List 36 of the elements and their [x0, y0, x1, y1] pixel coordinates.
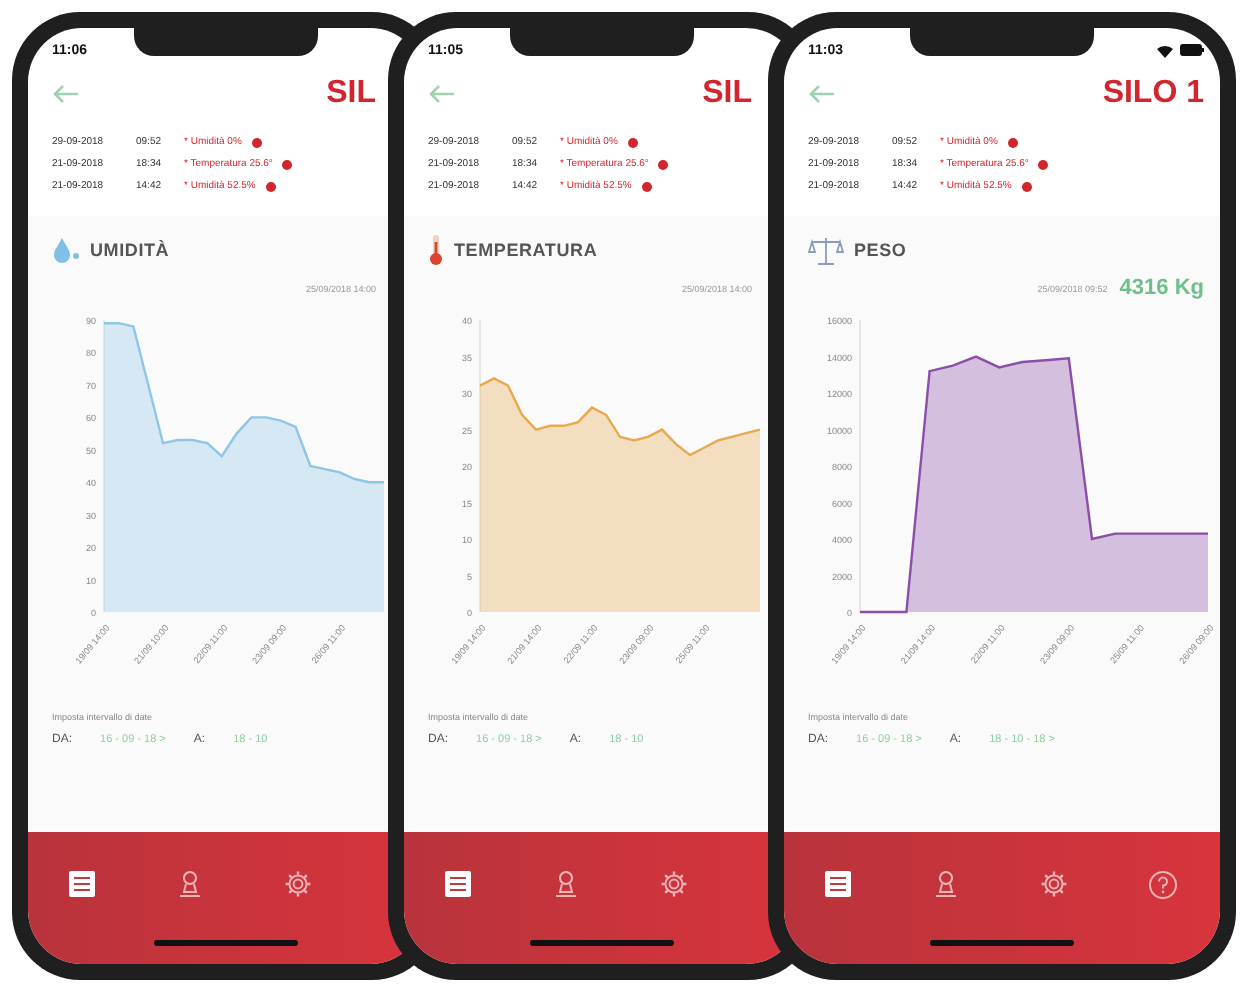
sensor-title: UMIDITÀ — [90, 240, 170, 260]
water-drop-icon — [52, 236, 80, 264]
list-icon — [68, 870, 96, 898]
back-arrow-icon[interactable] — [428, 84, 456, 104]
screen-title: SIL — [326, 76, 376, 112]
list-icon — [824, 870, 852, 898]
alert-dot — [265, 181, 276, 191]
home-indicator — [530, 940, 674, 946]
back-arrow-icon[interactable] — [808, 84, 836, 104]
person-icon — [932, 870, 960, 898]
settings-icon — [1040, 870, 1068, 898]
sensor-title: TEMPERATURA — [454, 240, 598, 260]
alert-dot — [641, 181, 652, 191]
person-icon — [552, 870, 580, 898]
sensor-title: PESO — [854, 240, 907, 260]
settings-icon — [660, 870, 688, 898]
list-icon — [444, 870, 472, 898]
alert-dot — [1038, 159, 1049, 169]
screen-title: SIL — [702, 76, 752, 112]
home-indicator — [930, 940, 1074, 946]
alert-dot — [1007, 137, 1018, 147]
battery-icon — [1180, 44, 1204, 56]
settings-icon — [284, 870, 312, 898]
help-icon — [1147, 869, 1177, 899]
thermometer-icon — [428, 234, 444, 266]
alert-dot — [282, 159, 293, 169]
person-icon — [176, 870, 204, 898]
alert-dot — [251, 137, 262, 147]
screen-title: SILO 1 — [1102, 76, 1204, 112]
alert-dot — [658, 159, 669, 169]
home-indicator — [154, 940, 298, 946]
scale-icon — [808, 235, 844, 265]
back-arrow-icon[interactable] — [52, 84, 80, 104]
alert-dot — [1021, 181, 1032, 191]
reading-value: 4316 Kg — [1119, 276, 1204, 300]
alert-dot — [627, 137, 638, 147]
